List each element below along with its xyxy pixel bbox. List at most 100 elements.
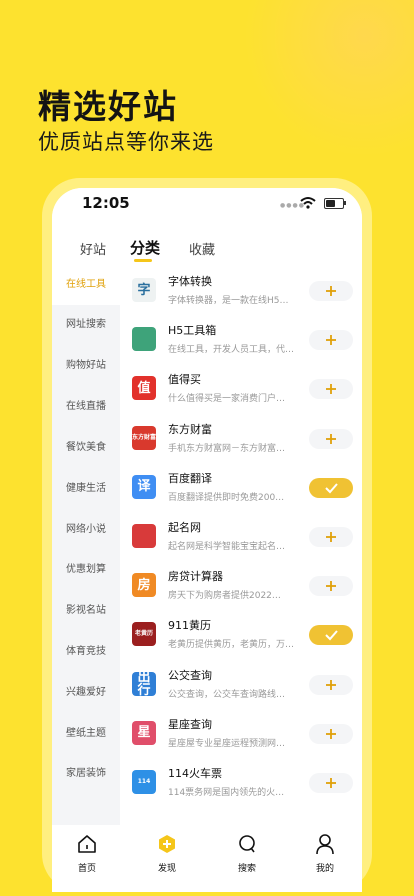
- qiming-icon: [132, 524, 156, 548]
- nav-profile[interactable]: 我的: [300, 831, 350, 876]
- tab-favorites[interactable]: 收藏: [189, 239, 215, 258]
- home-icon: [78, 835, 96, 853]
- icon-glyph: 星: [137, 725, 151, 741]
- add-button[interactable]: [309, 576, 353, 597]
- nav-discover-label: 发现: [157, 864, 176, 874]
- tab-categories[interactable]: 分类: [130, 237, 160, 258]
- huangli-icon: 老黄历: [132, 622, 156, 647]
- status-bar: 12:05 ●●●●: [52, 188, 362, 228]
- sidebar-item-health[interactable]: 健康生活: [52, 469, 120, 509]
- wifi-icon: [300, 197, 316, 209]
- list-item[interactable]: 字 字体转换字体转换器，是一款在线H5…: [120, 266, 362, 315]
- list-item[interactable]: 房 房贷计算器房天下为购房者提供2022…: [120, 561, 362, 610]
- icon-glyph: 字: [137, 282, 151, 298]
- plus-icon: [326, 728, 336, 739]
- category-sidebar: 在线工具 网址搜索 购物好站 在线直播 餐饮美食 健康生活 网络小说 优惠划算 …: [52, 265, 120, 825]
- add-button[interactable]: [309, 773, 353, 793]
- top-tabs: 好站 分类 收藏: [52, 228, 362, 265]
- sidebar-item-shopping[interactable]: 购物好站: [52, 346, 120, 386]
- translate-icon: 译: [132, 474, 156, 499]
- plus-icon: [326, 433, 336, 444]
- tab-indicator: [134, 259, 152, 262]
- nav-discover[interactable]: 发现: [142, 831, 192, 876]
- nav-home[interactable]: 首页: [62, 831, 112, 876]
- site-name: 起名网: [168, 521, 201, 534]
- sidebar-item-live[interactable]: 在线直播: [52, 387, 120, 427]
- sidebar-item-deals[interactable]: 优惠划算: [52, 550, 120, 590]
- site-name: 星座查询: [168, 717, 212, 731]
- nav-profile-label: 我的: [315, 864, 334, 874]
- site-description: 手机东方财富网－东方财富…: [168, 443, 286, 454]
- site-name: 公交查询: [168, 668, 212, 682]
- list-item[interactable]: H5工具箱 在线工具，开发人员工具，代…: [120, 315, 362, 364]
- list-item[interactable]: 星 星座查询星座屋专业星座运程预测网…: [120, 709, 362, 758]
- list-item[interactable]: 114 114火车票 114票务网是国内领先的火…: [120, 758, 362, 807]
- icon-glyph: 译: [137, 479, 151, 495]
- profile-icon: [316, 834, 334, 855]
- phone-frame: 12:05 ●●●● 好站 分类 收藏 在线工具 网址搜索 购物好站 在线直播 …: [42, 178, 372, 892]
- check-icon: [325, 483, 338, 494]
- add-button[interactable]: [309, 428, 353, 449]
- list-item[interactable]: 译 百度翻译百度翻译提供即时免费200…: [120, 463, 362, 512]
- sidebar-item-food[interactable]: 餐饮美食: [52, 428, 120, 468]
- train-icon: 114: [132, 770, 156, 794]
- site-description: 114票务网是国内领先的火…: [168, 788, 285, 798]
- eastmoney-icon: 东方财富: [132, 425, 156, 450]
- battery-icon: [324, 198, 344, 209]
- add-button[interactable]: [309, 674, 353, 695]
- icon-glyph: 房: [137, 577, 151, 593]
- site-name: 字体转换: [168, 275, 212, 288]
- search-icon: [239, 835, 255, 853]
- icon-glyph: 老黄历: [134, 630, 153, 638]
- sidebar-item-novels[interactable]: 网络小说: [52, 510, 120, 550]
- added-check-button[interactable]: [309, 625, 353, 646]
- site-name: H5工具箱: [168, 324, 217, 338]
- add-button[interactable]: [309, 330, 353, 351]
- plus-icon: [326, 384, 336, 395]
- hero-subtitle: 优质站点等你来选: [38, 130, 214, 154]
- discover-icon: [159, 835, 175, 853]
- added-check-button[interactable]: [309, 477, 353, 498]
- add-button[interactable]: [309, 379, 353, 400]
- site-name: 911黄历: [168, 619, 211, 633]
- list-item[interactable]: 出行 公交查询 公交查询，公交车查询路线…: [120, 660, 362, 709]
- add-button[interactable]: [309, 281, 353, 301]
- site-name: 房贷计算器: [168, 570, 223, 584]
- plus-icon: [326, 581, 336, 592]
- list-item[interactable]: 起名网起名网是科学智能宝宝起名…: [120, 512, 362, 561]
- star-sign-icon: 星: [132, 720, 156, 745]
- site-description: 老黄历提供黄历，老黄历，万…: [168, 640, 295, 651]
- nav-search[interactable]: 搜索: [222, 831, 272, 876]
- site-name: 东方财富: [168, 422, 212, 436]
- site-description: 字体转换器，是一款在线H5…: [168, 296, 289, 306]
- nav-search-label: 搜索: [237, 864, 256, 874]
- sidebar-item-url-search[interactable]: 网址搜索: [52, 305, 120, 345]
- list-item[interactable]: 值 值得买 什么值得买是一家消费门户…: [120, 364, 362, 413]
- site-name: 值得买: [168, 373, 201, 387]
- check-icon: [325, 630, 338, 641]
- list-item[interactable]: 东方财富 东方财富手机东方财富网－东方财富…: [120, 414, 362, 463]
- sidebar-item-home-decor[interactable]: 家居装饰: [52, 754, 120, 794]
- tab-good-sites[interactable]: 好站: [80, 239, 106, 258]
- sidebar-item-hobbies[interactable]: 兴趣爱好: [52, 673, 120, 713]
- site-description: 房天下为购房者提供2022…: [168, 591, 281, 602]
- sidebar-item-sports[interactable]: 体育竞技: [52, 632, 120, 672]
- add-button[interactable]: [309, 527, 353, 547]
- phone-screen: 12:05 ●●●● 好站 分类 收藏 在线工具 网址搜索 购物好站 在线直播 …: [52, 188, 362, 892]
- sidebar-item-wallpaper[interactable]: 壁纸主题: [52, 714, 120, 754]
- sidebar-item-movies[interactable]: 影视名站: [52, 591, 120, 631]
- site-description: 起名网是科学智能宝宝起名…: [168, 542, 286, 552]
- plus-icon: [326, 532, 336, 542]
- site-name: 百度翻译: [168, 471, 212, 485]
- sidebar-item-online-tools[interactable]: 在线工具: [52, 265, 120, 305]
- site-list: 字字体转换 字体转换器，是一款在线H5… H5工具箱 在线工具，开发人员工具，代… 值值…: [120, 265, 362, 825]
- list-item[interactable]: 老黄历 911黄历老黄历提供黄历，老黄历，万…: [120, 610, 362, 659]
- site-description: 什么值得买是一家消费门户…: [168, 394, 286, 405]
- add-button[interactable]: [309, 723, 353, 744]
- bus-icon: 出行: [132, 671, 156, 697]
- bottom-nav: 首页 发现 搜索 我的: [52, 825, 362, 892]
- site-description: 星座屋专业星座运程预测网…: [168, 738, 286, 749]
- site-description: 百度翻译提供即时免费200…: [168, 492, 285, 503]
- zi-icon: 字: [132, 278, 156, 302]
- plus-icon: [326, 679, 336, 690]
